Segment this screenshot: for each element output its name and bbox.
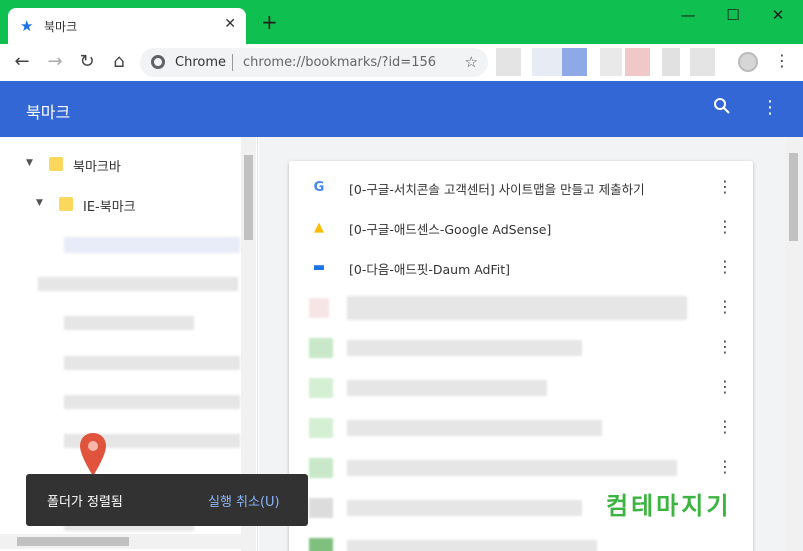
extension-icon[interactable]	[690, 48, 715, 76]
tab-strip: ★ 북마크 ✕ + — ☐ ✕	[0, 0, 803, 44]
tree-scrollbar-thumb[interactable]	[244, 155, 253, 240]
undo-button[interactable]: 실행 취소(U)	[208, 491, 280, 510]
snackbar: 폴더가 정렬됨 실행 취소(U)	[26, 474, 308, 526]
page-title: 북마크	[26, 103, 71, 122]
bookmark-title-blurred	[347, 296, 687, 320]
bookmark-title-blurred	[347, 380, 547, 396]
bookmark-title: [0-구글-애드센스-Google AdSense]	[349, 222, 552, 237]
list-item[interactable]: G [0-구글-서치콘솔 고객센터] 사이트맵을 만들고 제출하기 ⋮	[289, 168, 753, 208]
snackbar-message: 폴더가 정렬됨	[47, 495, 123, 510]
list-item[interactable]: ▲ [0-구글-애드센스-Google AdSense] ⋮	[289, 208, 753, 248]
bookmark-title: [0-다음-애드핏-Daum AdFit]	[349, 262, 511, 277]
omnibox-divider	[232, 54, 233, 71]
chrome-icon	[151, 55, 165, 69]
tree-item-bookmark-bar[interactable]: ▼ 북마크바	[0, 150, 240, 178]
bookmark-star-icon[interactable]: ☆	[465, 53, 478, 71]
favicon-blurred	[309, 458, 333, 478]
item-menu-icon[interactable]: ⋮	[717, 217, 733, 236]
favicon-blurred	[309, 378, 333, 398]
close-window-button[interactable]: ✕	[763, 6, 793, 28]
list-item[interactable]: ▬ [0-다음-애드핏-Daum AdFit] ⋮	[289, 248, 753, 288]
bookmark-title-blurred	[347, 340, 582, 356]
item-menu-icon[interactable]: ⋮	[717, 257, 733, 276]
folder-icon	[49, 157, 63, 171]
favicon-blurred	[309, 298, 329, 318]
bookmark-title-blurred	[347, 420, 602, 436]
item-menu-icon[interactable]: ⋮	[717, 377, 733, 396]
extension-icon[interactable]	[625, 48, 650, 76]
list-item[interactable]: ⋮	[289, 328, 753, 368]
favicon-blurred	[309, 498, 333, 518]
tree-item-blurred[interactable]	[64, 237, 240, 253]
item-menu-icon[interactable]: ⋮	[717, 457, 733, 476]
more-options-icon[interactable]: ⋮	[761, 97, 779, 118]
favicon-blurred	[309, 418, 333, 438]
address-bar[interactable]: Chrome chrome://bookmarks/?id=156 ☆	[140, 48, 488, 77]
bookmark-title-blurred	[347, 500, 582, 516]
extension-icon[interactable]	[562, 48, 587, 76]
bookmarks-header: 북마크 ⋮	[0, 81, 803, 137]
tab-bookmarks[interactable]: ★ 북마크 ✕	[8, 8, 246, 44]
adfit-icon: ▬	[312, 260, 326, 275]
favicon-blurred	[309, 538, 333, 551]
extension-icon[interactable]	[532, 48, 562, 76]
browser-menu-icon[interactable]: ⋮	[774, 51, 790, 70]
item-menu-icon[interactable]: ⋮	[717, 177, 733, 196]
watermark: 컴테마지기	[606, 492, 732, 520]
origin-label: Chrome	[175, 55, 226, 70]
minimize-button[interactable]: —	[673, 6, 703, 28]
maximize-button[interactable]: ☐	[718, 6, 748, 28]
map-pin-icon	[80, 433, 106, 476]
item-menu-icon[interactable]: ⋮	[717, 417, 733, 436]
list-item[interactable]: ⋮	[289, 288, 753, 328]
browser-toolbar: ← → ↻ ⌂ Chrome chrome://bookmarks/?id=15…	[0, 44, 803, 81]
tree-item-blurred[interactable]	[64, 395, 240, 409]
favicon-blurred	[309, 338, 333, 358]
bookmark-title-blurred	[347, 460, 677, 476]
home-button[interactable]: ⌂	[107, 51, 131, 73]
tree-horizontal-scrollbar-thumb[interactable]	[17, 537, 129, 546]
tab-title: 북마크	[44, 20, 78, 34]
reload-button[interactable]: ↻	[75, 51, 99, 73]
close-tab-icon[interactable]: ✕	[224, 16, 236, 32]
extension-icon[interactable]	[496, 48, 521, 76]
tree-item-label: 북마크바	[73, 160, 121, 175]
list-scrollbar-thumb[interactable]	[789, 153, 798, 241]
tree-item-blurred[interactable]	[38, 277, 238, 291]
tree-item-ie-bookmarks[interactable]: ▼ IE-북마크	[0, 190, 240, 218]
item-menu-icon[interactable]: ⋮	[717, 337, 733, 356]
item-menu-icon[interactable]: ⋮	[717, 297, 733, 316]
profile-avatar[interactable]	[738, 52, 758, 72]
forward-button[interactable]: →	[43, 51, 67, 73]
adsense-icon: ▲	[314, 220, 324, 235]
back-button[interactable]: ←	[10, 51, 34, 73]
url-text[interactable]: chrome://bookmarks/?id=156	[243, 55, 436, 70]
chevron-down-icon[interactable]: ▼	[36, 198, 43, 208]
list-item[interactable]: ⋮	[289, 368, 753, 408]
tree-item-blurred[interactable]	[64, 316, 194, 330]
search-icon[interactable]	[713, 97, 731, 120]
chevron-down-icon[interactable]: ▼	[26, 158, 33, 168]
bookmark-title-blurred	[347, 540, 597, 551]
extension-icon[interactable]	[662, 48, 680, 76]
list-item[interactable]: ⋮	[289, 408, 753, 448]
folder-icon	[59, 197, 73, 211]
list-item[interactable]	[289, 528, 753, 551]
extension-icon[interactable]	[600, 48, 622, 76]
google-icon: G	[313, 180, 325, 195]
new-tab-button[interactable]: +	[261, 12, 278, 32]
tree-item-label: IE-북마크	[83, 200, 136, 215]
list-item[interactable]: ⋮	[289, 448, 753, 488]
star-icon: ★	[20, 17, 34, 35]
tree-item-blurred[interactable]	[64, 356, 240, 370]
bookmark-title: [0-구글-서치콘솔 고객센터] 사이트맵을 만들고 제출하기	[349, 182, 645, 197]
